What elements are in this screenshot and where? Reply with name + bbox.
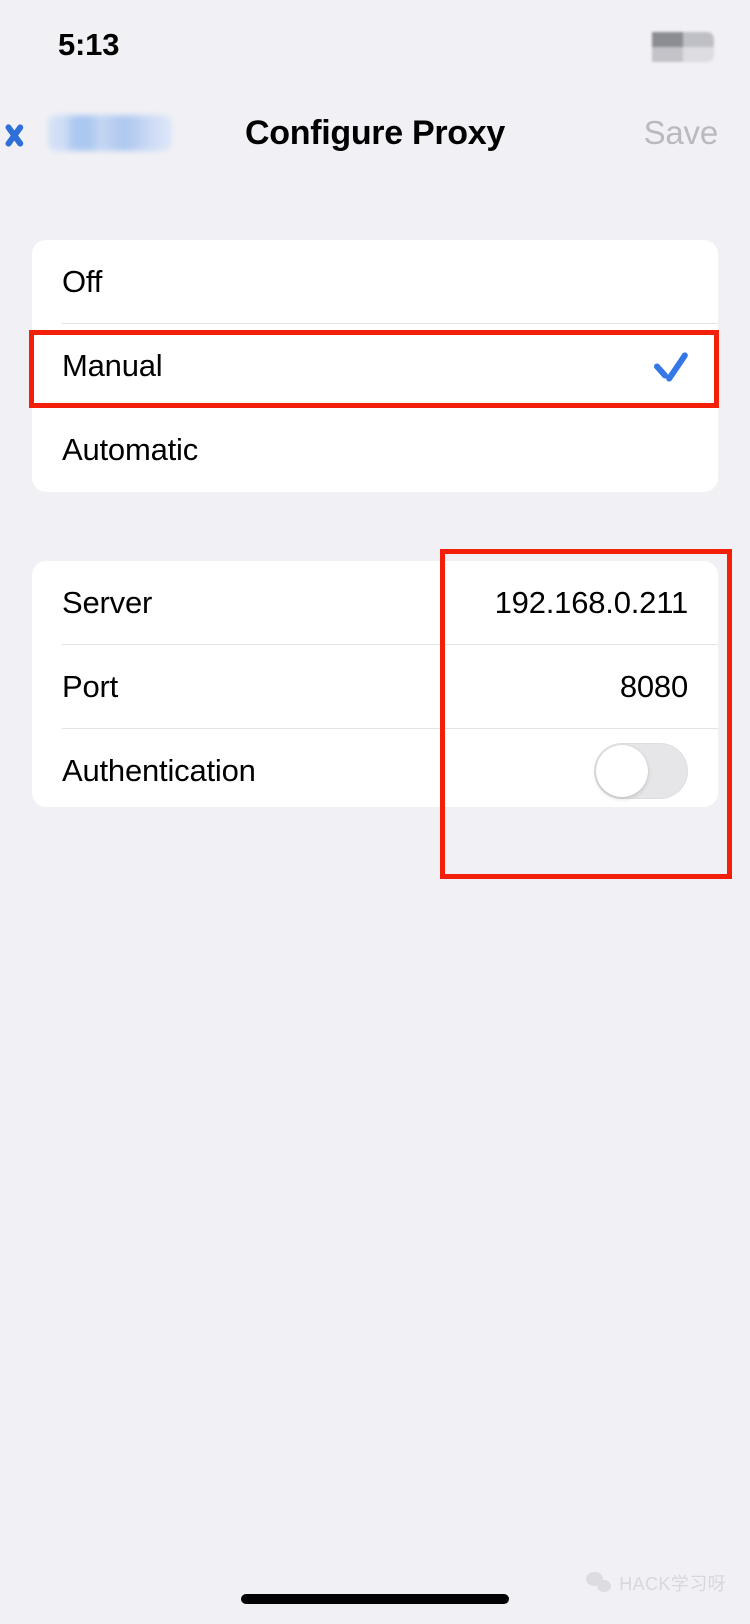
status-block-1 <box>652 32 683 47</box>
proxy-mode-row-off[interactable]: Off <box>32 240 718 324</box>
proxy-server-label: Server <box>62 585 153 620</box>
proxy-mode-label-automatic: Automatic <box>62 432 199 467</box>
proxy-mode-group: Off Manual Automatic <box>32 240 718 492</box>
status-indicators-redacted <box>652 32 714 62</box>
save-button[interactable]: Save <box>644 100 719 166</box>
proxy-authentication-row[interactable]: Authentication <box>32 729 718 813</box>
status-block-3 <box>652 47 683 62</box>
status-block-4 <box>683 47 714 62</box>
status-time: 5:13 <box>58 27 120 62</box>
proxy-authentication-label: Authentication <box>62 753 256 788</box>
proxy-port-input[interactable]: 8080 <box>620 669 688 705</box>
proxy-mode-label-off: Off <box>62 264 103 299</box>
proxy-fields-group: Server 192.168.0.211 Port 8080 Authentic… <box>32 561 718 807</box>
phone-screen: 5:13 Configure Proxy Save Off Manual Aut… <box>0 0 750 1624</box>
proxy-server-row[interactable]: Server 192.168.0.211 <box>32 561 718 645</box>
watermark: HACK学习呀 <box>586 1570 726 1596</box>
proxy-port-label: Port <box>62 669 119 704</box>
home-indicator[interactable] <box>241 1594 509 1604</box>
status-bar: 5:13 <box>0 0 750 88</box>
wechat-icon <box>586 1572 612 1594</box>
proxy-mode-row-manual[interactable]: Manual <box>32 324 718 408</box>
status-block-2 <box>683 32 714 47</box>
proxy-mode-row-automatic[interactable]: Automatic <box>32 408 718 492</box>
navigation-bar: Configure Proxy Save <box>0 88 750 182</box>
wechat-bubble-small <box>597 1580 612 1592</box>
page-title: Configure Proxy <box>245 113 505 152</box>
authentication-toggle[interactable] <box>594 743 688 799</box>
checkmark-icon <box>652 348 688 384</box>
proxy-server-input[interactable]: 192.168.0.211 <box>495 585 689 621</box>
proxy-mode-label-manual: Manual <box>62 348 163 383</box>
watermark-text: HACK学习呀 <box>619 1574 726 1594</box>
proxy-port-row[interactable]: Port 8080 <box>32 645 718 729</box>
toggle-knob <box>596 745 648 797</box>
